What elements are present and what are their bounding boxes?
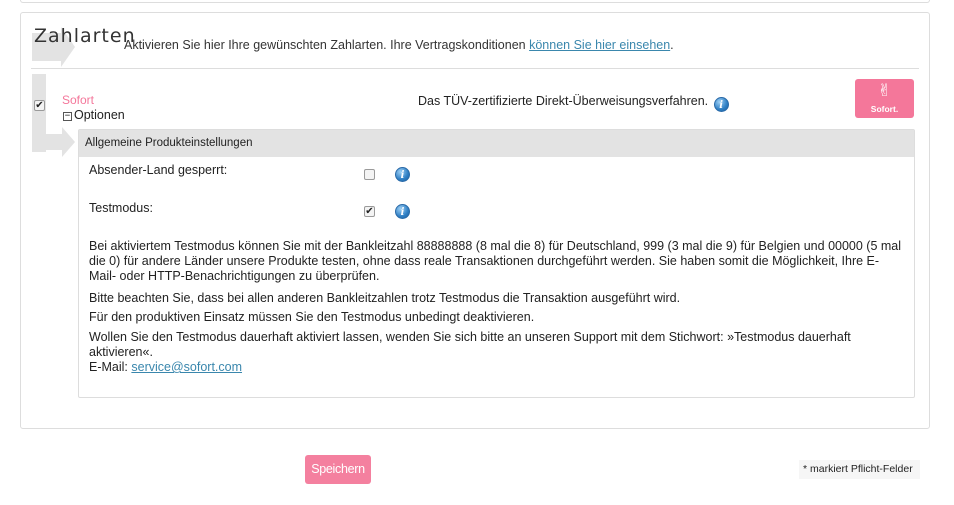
sender-country-locked-label: Absender-Land gesperrt: bbox=[89, 163, 228, 177]
settings-heading: Allgemeine Produkteinstellungen bbox=[79, 130, 914, 157]
subtitle-text: Aktivieren Sie hier Ihre gewünschten Zah… bbox=[124, 38, 530, 52]
test-mode-label: Testmodus: bbox=[89, 201, 153, 215]
general-settings-section: Allgemeine Produkteinstellungen Absender… bbox=[78, 129, 915, 398]
minus-box-icon[interactable]: − bbox=[63, 112, 72, 121]
contract-terms-link[interactable]: können Sie hier einsehen bbox=[529, 38, 670, 52]
warning-other-banks: Bitte beachten Sie, dass bei allen ander… bbox=[89, 291, 681, 305]
warning-productive: Für den produktiven Einsatz müssen Sie d… bbox=[89, 310, 535, 324]
divider bbox=[31, 68, 919, 69]
sofort-method-link[interactable]: Sofort bbox=[62, 93, 94, 107]
required-fields-note: * markiert Pflicht-Felder bbox=[799, 460, 920, 479]
email-label: E-Mail: bbox=[89, 360, 132, 374]
sofort-logo-text: Sofort. bbox=[870, 104, 899, 114]
sofort-enabled-checkbox[interactable]: ✔ bbox=[34, 100, 45, 111]
support-text: Wollen Sie den Testmodus dauerhaft aktiv… bbox=[89, 330, 904, 375]
save-button[interactable]: Speichern bbox=[305, 455, 371, 484]
info-icon[interactable]: i bbox=[713, 97, 729, 112]
page-title: Zahlarten bbox=[34, 25, 136, 47]
options-toggle[interactable]: − Optionen bbox=[63, 108, 125, 122]
subtitle-end: . bbox=[670, 38, 674, 52]
test-mode-info-text: Bei aktiviertem Testmodus können Sie mit… bbox=[89, 239, 902, 283]
previous-panel-edge bbox=[20, 0, 930, 3]
info-icon[interactable]: i bbox=[395, 167, 410, 182]
support-message: Wollen Sie den Testmodus dauerhaft aktiv… bbox=[89, 330, 851, 359]
info-icon[interactable]: i bbox=[395, 204, 410, 219]
sofort-logo: ✌ Sofort. bbox=[855, 79, 914, 118]
test-mode-checkbox[interactable]: ✔ bbox=[364, 206, 375, 217]
method-description-text: Das TÜV-zertifizierte Direkt-Überweisung… bbox=[418, 94, 709, 108]
method-description: Das TÜV-zertifizierte Direkt-Überweisung… bbox=[418, 94, 729, 112]
options-label: Optionen bbox=[74, 108, 125, 122]
victory-hand-icon: ✌ bbox=[877, 81, 892, 101]
support-email-link[interactable]: service@sofort.com bbox=[131, 360, 242, 374]
sender-country-locked-checkbox[interactable] bbox=[364, 169, 375, 180]
page-subtitle: Aktivieren Sie hier Ihre gewünschten Zah… bbox=[124, 38, 674, 52]
payment-methods-panel: Zahlarten Aktivieren Sie hier Ihre gewün… bbox=[20, 12, 930, 429]
